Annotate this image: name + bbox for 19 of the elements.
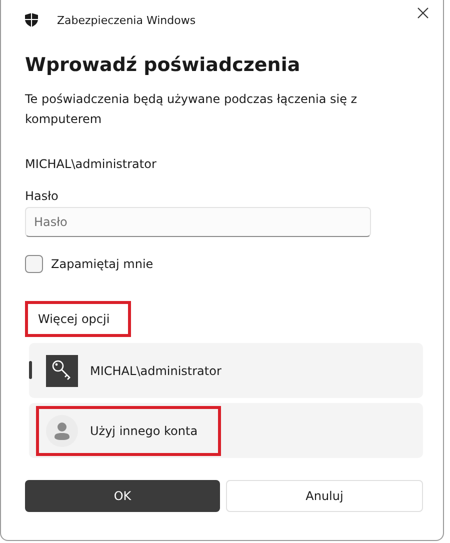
account-name: MICHAL\administrator bbox=[90, 364, 222, 378]
cancel-button[interactable]: Anuluj bbox=[226, 480, 423, 512]
account-name: Użyj innego konta bbox=[90, 424, 198, 438]
ok-button[interactable]: OK bbox=[25, 480, 220, 512]
checkbox[interactable] bbox=[25, 255, 43, 273]
person-icon bbox=[46, 414, 78, 446]
description-text: Te poświadczenia będą używane podczas łączenia się z komputerem bbox=[25, 91, 358, 128]
checkbox-label: Zapamiętaj mnie bbox=[51, 257, 154, 271]
password-label: Hasło bbox=[25, 189, 60, 203]
more-options-link[interactable]: Więcej opcji bbox=[25, 301, 131, 337]
password-field[interactable]: Hasło bbox=[25, 207, 371, 237]
username-text: MICHAL\administrator bbox=[25, 157, 158, 171]
account-item[interactable]: Użyj innego konta bbox=[29, 403, 423, 458]
account-item[interactable]: MICHAL\administrator bbox=[29, 343, 423, 398]
close-icon[interactable] bbox=[417, 7, 429, 19]
shield-icon bbox=[25, 13, 38, 27]
key-icon bbox=[46, 354, 78, 386]
dialog-heading: Wprowadź poświadczenia bbox=[25, 54, 302, 76]
window-title: Zabezpieczenia Windows bbox=[57, 14, 196, 26]
